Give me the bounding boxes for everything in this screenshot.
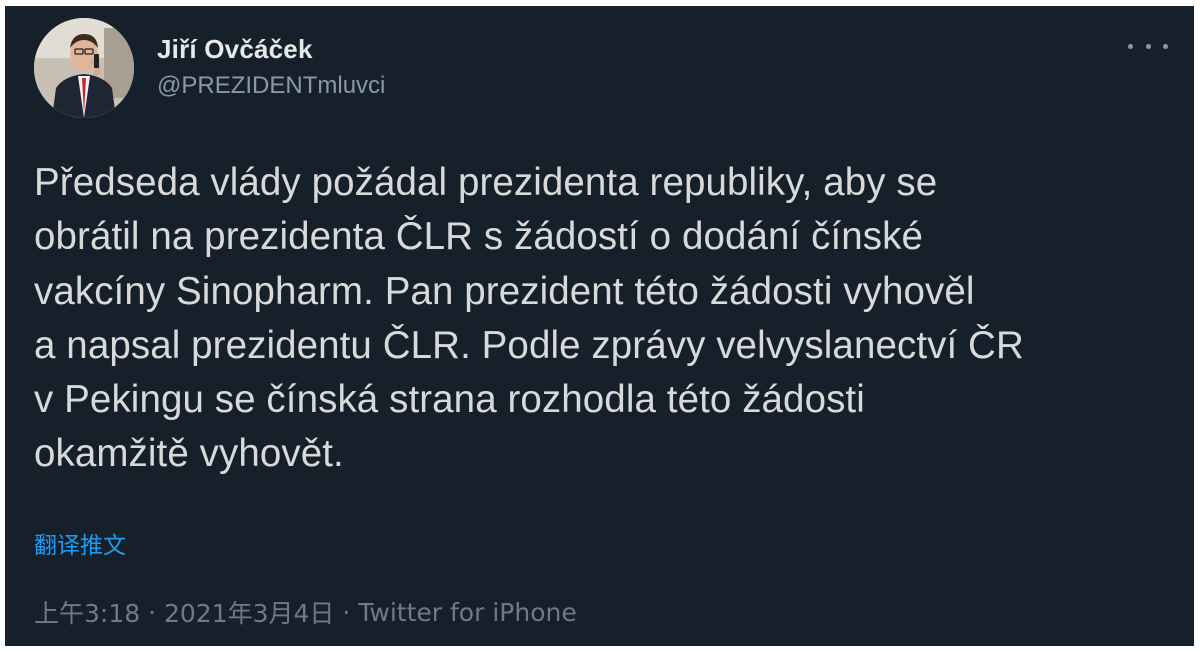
translate-tweet-link[interactable]: 翻译推文 [34,526,126,560]
tweet-date[interactable]: 2021年3月4日 [164,594,334,630]
dot [1163,43,1168,49]
separator: · [140,597,164,627]
tweet-metadata: 上午3:18 · 2021年3月4日 · Twitter for iPhone [34,594,577,630]
tweet-time[interactable]: 上午3:18 [34,594,140,630]
author-name[interactable]: Jiří Ovčáček [157,34,313,65]
author-handle[interactable]: @PREZIDENTmluvci [157,72,385,100]
more-dots-icon[interactable] [1128,36,1168,56]
tweet-text: Předseda vlády požádal prezidenta republ… [34,161,1024,476]
avatar[interactable] [34,18,134,118]
separator: · [334,597,359,627]
dot [1145,43,1151,49]
dot [1128,43,1133,49]
tweet-source[interactable]: Twitter for iPhone [358,598,576,627]
tweet-card: Jiří Ovčáček @PREZIDENTmluvci Předseda v… [5,6,1194,646]
profile-photo [34,18,134,118]
